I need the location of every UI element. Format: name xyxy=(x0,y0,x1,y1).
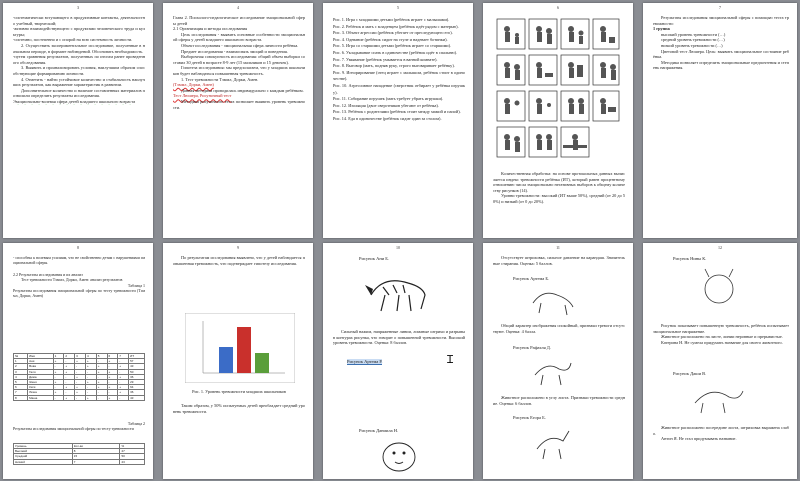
table-cell: 23 xyxy=(119,458,145,465)
table-cell: + xyxy=(84,394,97,401)
figure-caption: Рисунок Ани Б. xyxy=(359,256,389,261)
table-cell: 8 xyxy=(12,394,29,401)
bar-chart xyxy=(185,313,295,383)
table-cell: 43 xyxy=(128,394,145,401)
figure-caption: Рисунок Нины К. xyxy=(673,256,707,261)
paragraph: Количественная обработка: на основе прот… xyxy=(493,171,625,204)
table-cell: Низкий xyxy=(13,458,73,465)
document-page-4[interactable]: 6 Количественная обработка: на основе пр… xyxy=(483,3,633,238)
table-cell: - xyxy=(74,394,86,401)
results-table-2: Уровень Кол-во% Высокий 8 27 Средний 15 50 Низки… xyxy=(13,442,145,465)
paragraph: Отсутствует штриховка, сильное давление … xyxy=(493,255,625,266)
page-number: 7 xyxy=(719,5,721,10)
paragraph: - способны к волевым усилиям, что не сво… xyxy=(13,255,145,299)
document-page-8[interactable]: 10 Рисунок Ани Б. Сильный нажим, напряже… xyxy=(323,243,473,479)
child-drawing-animal xyxy=(365,280,426,312)
figure-caption: Рисунок Артема Б. xyxy=(513,276,550,281)
figure-caption: Рисунок Егора Б. xyxy=(513,415,546,420)
table-cell: + xyxy=(106,394,119,401)
child-drawing-animal xyxy=(704,268,734,304)
child-drawing-animal xyxy=(694,390,744,414)
page-number: 12 xyxy=(718,245,722,250)
page-number: 8 xyxy=(77,245,79,250)
page-number: 9 xyxy=(237,245,239,250)
page-number: 10 xyxy=(396,245,400,250)
paragraph: Сильный нажим, напряженные линии, ломаны… xyxy=(333,329,465,346)
page-number: 3 xyxy=(77,5,79,10)
paragraph: По результатам исследования выявлено, чт… xyxy=(173,255,305,266)
chart-bar xyxy=(255,353,269,373)
paragraph: Общий характер изображения спокойный, пр… xyxy=(493,323,625,334)
document-page-6[interactable]: 8 - способны к волевым усилиям, что не с… xyxy=(3,243,153,479)
table-cell: + xyxy=(63,394,76,401)
document-page-3[interactable]: 5 Рис. 1. Игра с младшими детьми (ребёно… xyxy=(323,3,473,238)
chart-caption: Рис. 1. Уровень тревожности младших школ… xyxy=(192,389,286,394)
table-cell: - xyxy=(117,394,130,401)
text-selection[interactable]: Рисунок Артема Р. xyxy=(347,359,383,365)
document-page-7[interactable]: 9 По результатам исследования выявлено, … xyxy=(163,243,313,479)
paragraph: Рис. 1. Игра с младшими детьми (ребёнок … xyxy=(333,17,465,121)
text-cursor-icon: Ɪ xyxy=(447,353,454,366)
table-cell: 7 xyxy=(71,458,121,465)
paragraph: Рисунок показывает повышенную тревожност… xyxy=(653,323,789,345)
results-table-1: № Имя 1 2 3 4 5 6 7 ИТ 1 Аня + - + + - + -57 2 Вова - + - + + - +43… xyxy=(12,352,145,401)
chart-bar xyxy=(237,327,251,373)
child-drawing-animal xyxy=(382,442,416,472)
table-row: 8 Маша - + - + - + -43 xyxy=(12,394,145,401)
table-cell: - xyxy=(95,394,108,401)
paragraph: -систематически вступающего в продуктивн… xyxy=(13,15,145,104)
page-number: 5 xyxy=(397,5,399,10)
figure-caption: Рисунок Даши В. xyxy=(673,371,707,376)
document-page-2[interactable]: 4 Глава 2. Психолого-педагогическое иссл… xyxy=(163,3,313,238)
page-number: 4 xyxy=(237,5,239,10)
paragraph: Животное расположено в углу листа. Призн… xyxy=(493,395,625,406)
document-page-9[interactable]: 11 Отсутствует штриховка, сильное давлен… xyxy=(483,243,633,479)
paragraph: Животное расположено посередине листа, ш… xyxy=(653,425,789,442)
paragraph: Таким образом, у 50% испытуемых детей пр… xyxy=(173,403,305,414)
table-cell: - xyxy=(52,394,65,401)
paragraph: Результаты исследования эмоциональной сф… xyxy=(653,15,789,71)
child-drawing-animal xyxy=(532,292,574,316)
figure-caption-selected: Рисунок Артема Р. xyxy=(347,359,383,365)
document-page-1[interactable]: 3 -систематически вступающего в продукти… xyxy=(3,3,153,238)
page-number: 6 xyxy=(557,5,559,10)
chapter-heading: Глава 2. Психолого-педагогическое исслед… xyxy=(173,15,305,26)
document-page-10[interactable]: 12 Рисунок Нины К. Рисунок показывает по… xyxy=(643,243,797,479)
chart-bar xyxy=(219,347,233,373)
child-drawing-animal xyxy=(534,362,572,386)
page-number: 11 xyxy=(556,245,560,250)
spellcheck-underlined-line: Эмоционально-волевая сфера детей младшег… xyxy=(13,98,136,104)
table-cell: Маша xyxy=(27,394,54,401)
figure-caption: Рисунок Даниила Н. xyxy=(359,428,399,433)
table-row: Низкий 7 23 xyxy=(13,458,145,465)
paragraph: Таблица 2 Результаты исследования эмоцио… xyxy=(13,421,145,432)
child-drawing-animal xyxy=(536,430,570,460)
document-page-5[interactable]: 7 Результаты исследования эмоциональной … xyxy=(643,3,797,238)
paragraph: Глава 2. Психолого-педагогическое исслед… xyxy=(173,15,305,110)
figure-caption: Рисунок Рафаэля Д. xyxy=(513,345,551,350)
test-picture-grid xyxy=(496,18,620,158)
